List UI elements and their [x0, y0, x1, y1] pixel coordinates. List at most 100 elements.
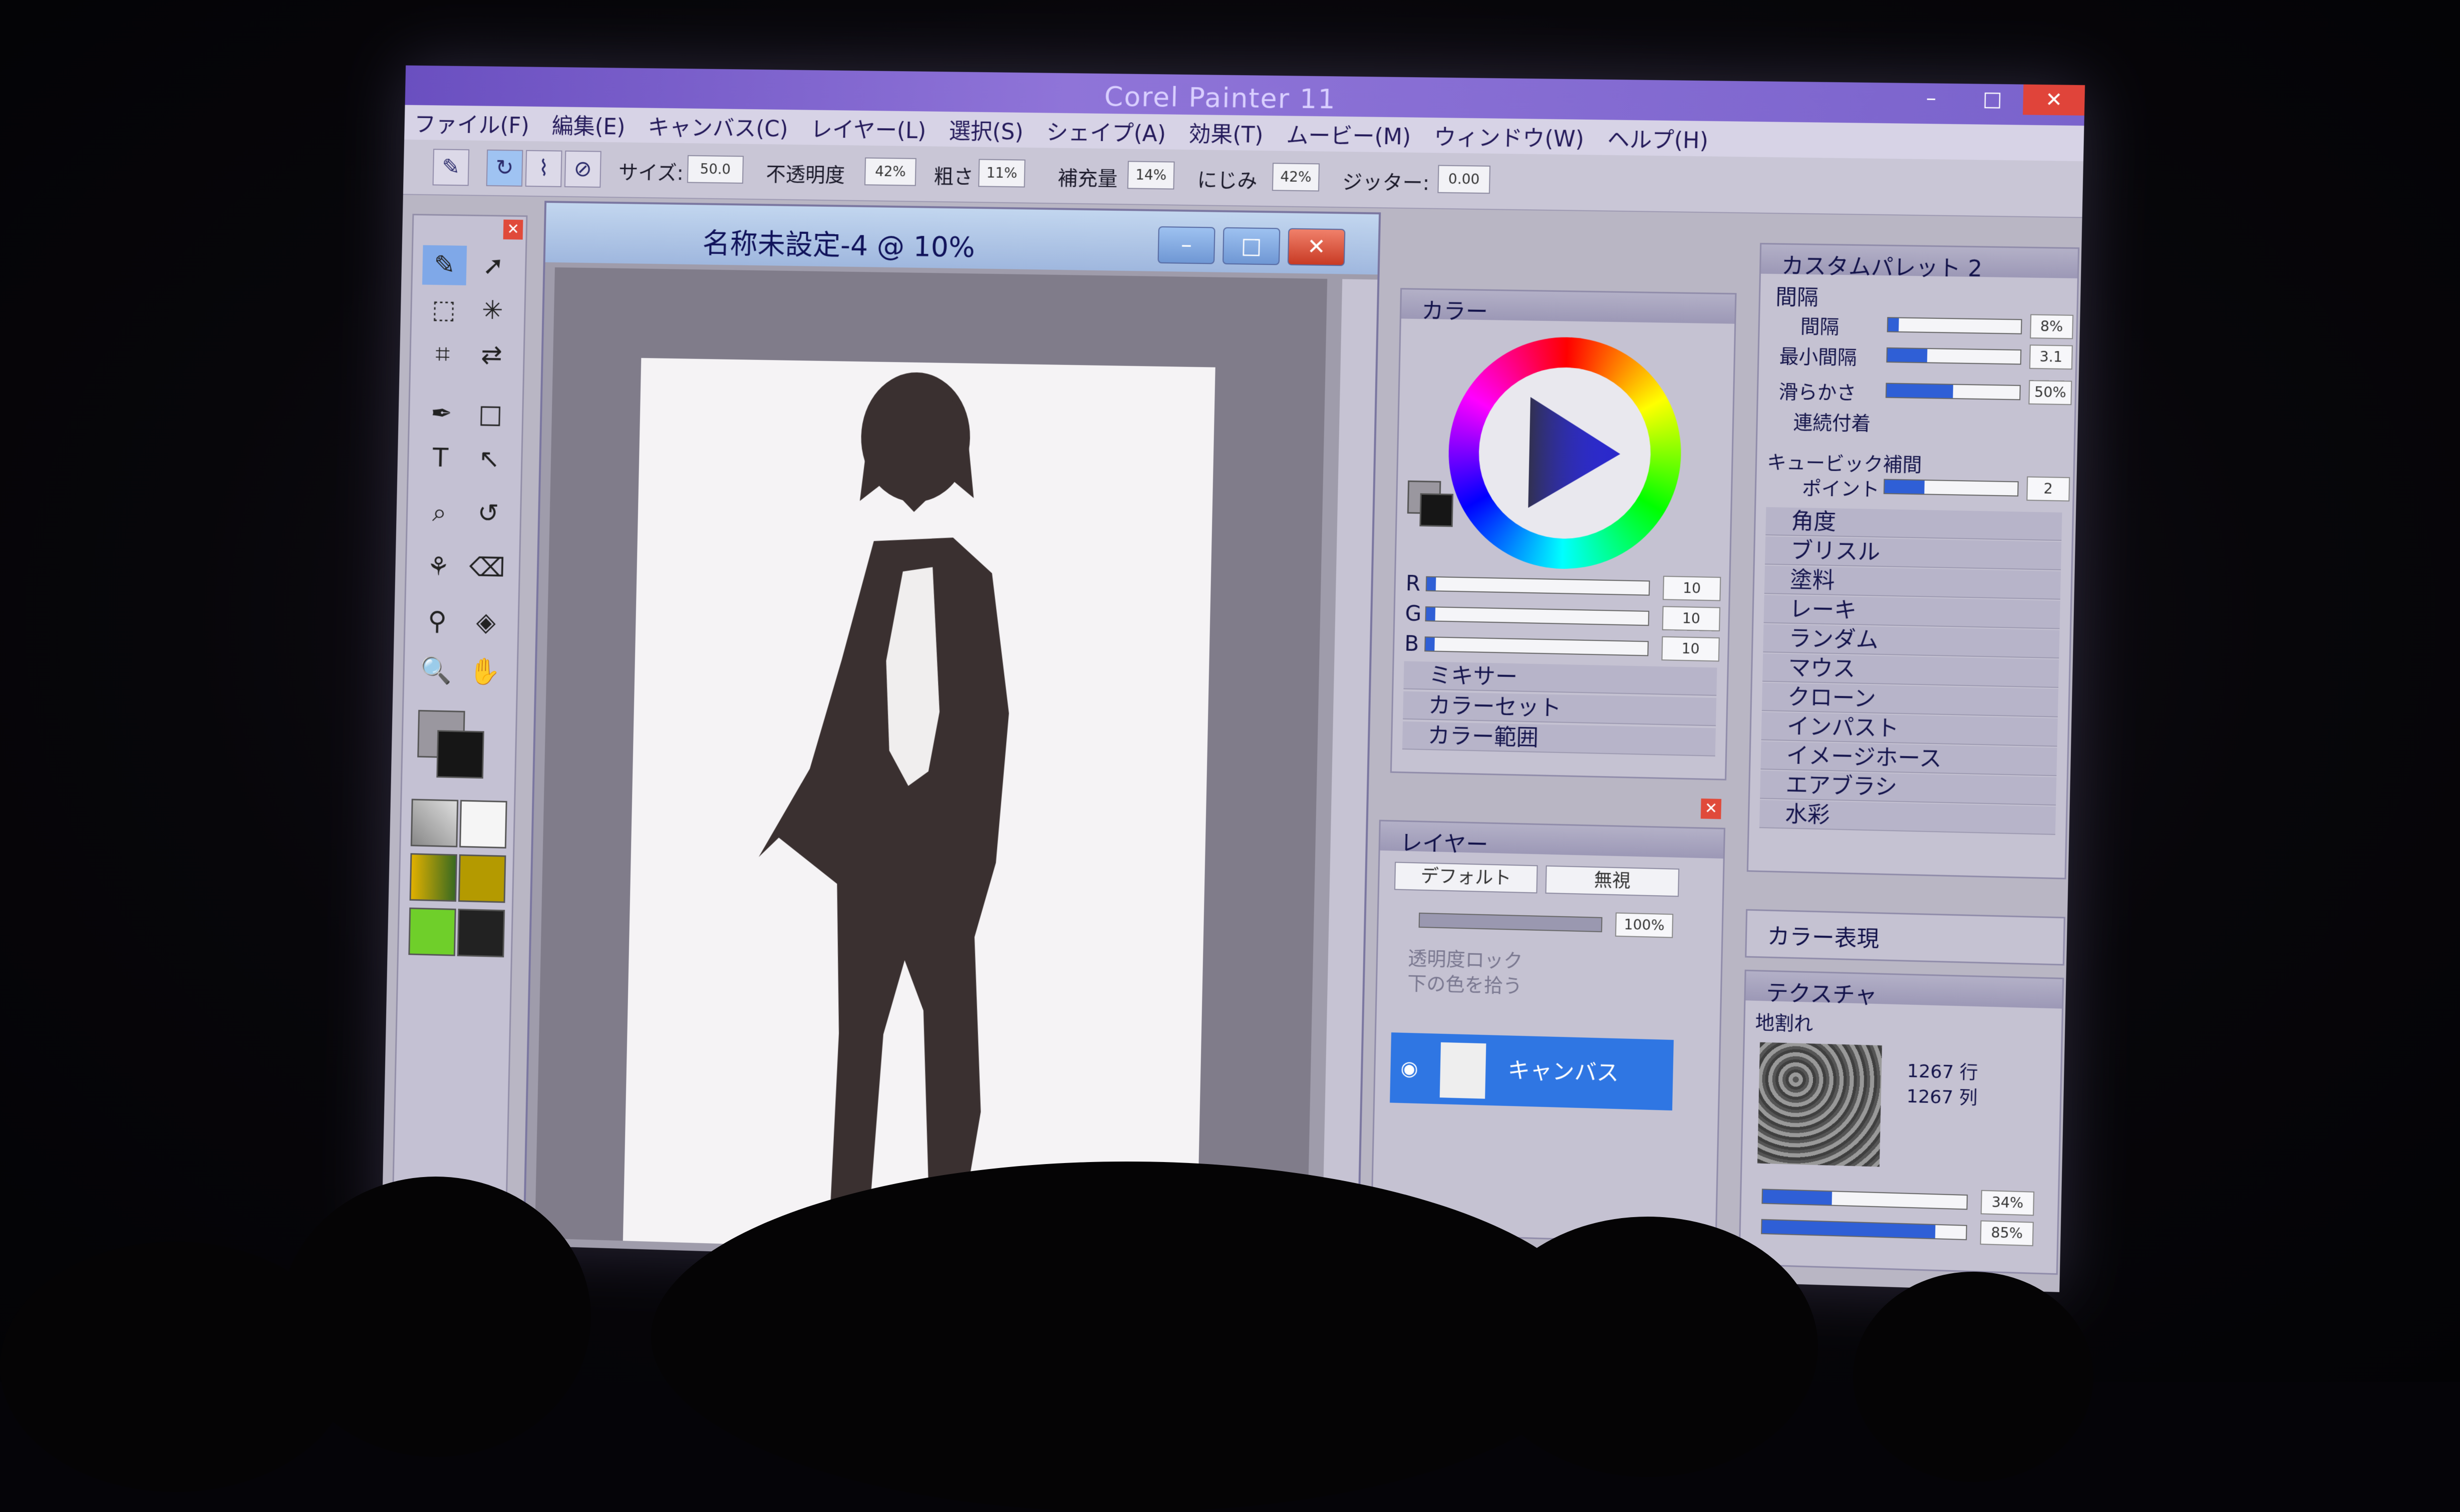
- color-expression-title[interactable]: カラー表現: [1767, 918, 1880, 953]
- r-slider[interactable]: [1425, 576, 1650, 596]
- menu-window[interactable]: ウィンドウ(W): [1434, 119, 1585, 153]
- bleed-field[interactable]: 42%: [1272, 163, 1320, 192]
- canvas-area[interactable]: [534, 267, 1328, 1262]
- rectangle-shape-icon[interactable]: □: [468, 394, 512, 435]
- rotate-page-icon[interactable]: ↺: [466, 493, 510, 534]
- mixer-section[interactable]: ミキサー: [1403, 661, 1717, 696]
- minimize-icon[interactable]: –: [1900, 83, 1962, 114]
- spacing-slider[interactable]: [1887, 317, 2022, 334]
- well-section[interactable]: 塗料: [1764, 565, 2061, 600]
- color-variability-section[interactable]: カラー範囲: [1402, 721, 1716, 757]
- menu-shapes[interactable]: シェイプ(A): [1046, 114, 1166, 148]
- rect-select-icon[interactable]: ⬚: [421, 289, 466, 329]
- look-selector-icon[interactable]: [457, 909, 505, 958]
- paint-bucket-icon[interactable]: ◈: [464, 602, 508, 642]
- watercolor-section[interactable]: 水彩: [1759, 800, 2056, 835]
- menu-select[interactable]: 選択(S): [949, 113, 1024, 146]
- stroke-type-icon[interactable]: ↻: [486, 149, 523, 187]
- transform-icon[interactable]: ⇄: [469, 335, 514, 375]
- canvas-vertical-scrollbar[interactable]: [1322, 279, 1378, 1263]
- g-slider[interactable]: [1425, 606, 1650, 626]
- menu-layers[interactable]: レイヤー(L): [810, 112, 927, 145]
- size-field[interactable]: 50.0: [687, 155, 744, 184]
- brush-tool-icon[interactable]: ✎: [422, 245, 467, 285]
- color-sets-section[interactable]: カラーセット: [1403, 691, 1717, 726]
- menu-effects[interactable]: 効果(T): [1188, 116, 1264, 149]
- layers-panel-header[interactable]: レイヤー: [1380, 821, 1724, 859]
- pick-up-color-checkbox[interactable]: 下の色を拾う: [1407, 968, 1522, 998]
- jitter-field[interactable]: 0.00: [1437, 165, 1491, 194]
- b-value[interactable]: 10: [1661, 636, 1720, 662]
- menu-canvas[interactable]: キャンバス(C): [648, 110, 788, 143]
- opacity-field[interactable]: 42%: [864, 157, 916, 186]
- shape-selection-icon[interactable]: ↖: [467, 439, 511, 479]
- menu-movie[interactable]: ムービー(M): [1286, 117, 1411, 151]
- canvas-paper[interactable]: [623, 357, 1215, 1258]
- menu-help[interactable]: ヘルプ(H): [1607, 121, 1709, 155]
- panel-main-swatch[interactable]: [1419, 493, 1454, 527]
- airbrush-section[interactable]: エアブラシ: [1760, 771, 2057, 806]
- maximize-icon[interactable]: □: [1962, 84, 2024, 115]
- min-spacing-value[interactable]: 3.1: [2029, 344, 2073, 370]
- magnifier-icon[interactable]: ⌕: [417, 492, 462, 533]
- layer-adjuster-icon[interactable]: ➚: [471, 246, 515, 286]
- grain-field[interactable]: 11%: [978, 159, 1026, 188]
- doc-minimize-icon[interactable]: –: [1157, 226, 1215, 264]
- eye-icon[interactable]: ◉: [1400, 1057, 1418, 1080]
- gradient-selector-icon[interactable]: [459, 800, 507, 849]
- cloning-section[interactable]: クローン: [1761, 682, 2058, 717]
- spacing-value[interactable]: 8%: [2030, 314, 2074, 339]
- smoothing-slider[interactable]: [1885, 383, 2021, 401]
- image-hose-section[interactable]: イメージホース: [1760, 741, 2057, 777]
- random-section[interactable]: ランダム: [1763, 624, 2060, 659]
- points-value[interactable]: 2: [2026, 476, 2070, 502]
- toolbox-close-icon[interactable]: ✕: [503, 219, 523, 240]
- doc-close-icon[interactable]: ✕: [1287, 228, 1346, 266]
- layer-opacity-slider[interactable]: [1418, 912, 1603, 933]
- cloner-icon[interactable]: ⚘: [416, 547, 461, 587]
- rake-section[interactable]: レーキ: [1763, 595, 2060, 629]
- main-color-swatch[interactable]: [436, 730, 484, 779]
- layer-opacity-value[interactable]: 100%: [1615, 912, 1674, 938]
- custom-palette-header[interactable]: カスタムパレット 2: [1761, 244, 2078, 282]
- r-value[interactable]: 10: [1662, 576, 1721, 601]
- connect-dots-checkbox[interactable]: 連続付着: [1793, 407, 1871, 436]
- impasto-section[interactable]: インパスト: [1761, 712, 2058, 747]
- min-spacing-slider[interactable]: [1886, 347, 2022, 365]
- eraser-icon[interactable]: ⌫: [465, 548, 509, 588]
- spacing-section-title[interactable]: 間隔: [1775, 280, 1819, 311]
- g-value[interactable]: 10: [1662, 606, 1721, 632]
- points-slider[interactable]: [1883, 479, 2019, 497]
- close-icon[interactable]: ✕: [2023, 84, 2085, 116]
- weave-selector-icon[interactable]: [458, 854, 506, 903]
- composite-method-select[interactable]: デフォルト: [1394, 862, 1538, 894]
- menu-file[interactable]: ファイル(F): [414, 107, 530, 140]
- bristle-section[interactable]: ブリスル: [1765, 536, 2062, 571]
- resat-field[interactable]: 14%: [1127, 161, 1175, 190]
- nozzle-selector-icon[interactable]: [408, 907, 456, 956]
- angle-section[interactable]: 角度: [1765, 507, 2062, 541]
- zoom-icon[interactable]: 🔍: [414, 650, 458, 691]
- text-tool-icon[interactable]: T: [418, 438, 463, 479]
- layers-close-icon[interactable]: ✕: [1700, 798, 1722, 820]
- crop-icon[interactable]: ⌗: [420, 334, 465, 374]
- grabber-hand-icon[interactable]: ✋: [463, 651, 507, 692]
- layer-row-canvas[interactable]: ◉ キャンバス: [1390, 1032, 1674, 1111]
- brush-icon[interactable]: ✎: [432, 149, 470, 186]
- brush-ghost-icon[interactable]: ⊘: [564, 150, 601, 188]
- doc-maximize-icon[interactable]: □: [1222, 227, 1281, 265]
- magic-wand-icon[interactable]: ✳: [470, 290, 515, 330]
- pen-tool-icon[interactable]: ✒: [419, 394, 464, 434]
- color-panel-header[interactable]: カラー: [1401, 289, 1735, 325]
- stroke-type-line-icon[interactable]: ⌇: [525, 150, 562, 187]
- smoothing-value[interactable]: 50%: [2028, 380, 2072, 406]
- menu-edit[interactable]: 編集(E): [551, 108, 626, 141]
- pattern-selector-icon[interactable]: [409, 853, 458, 902]
- paper-selector-icon[interactable]: [410, 799, 459, 848]
- mouse-section[interactable]: マウス: [1762, 653, 2059, 688]
- b-slider[interactable]: [1424, 636, 1649, 656]
- dropper-icon[interactable]: ⚲: [415, 601, 459, 642]
- saturation-triangle[interactable]: [1518, 392, 1632, 515]
- composite-depth-select[interactable]: 無視: [1545, 865, 1680, 897]
- texture-panel-header[interactable]: テクスチャ: [1745, 971, 2063, 1009]
